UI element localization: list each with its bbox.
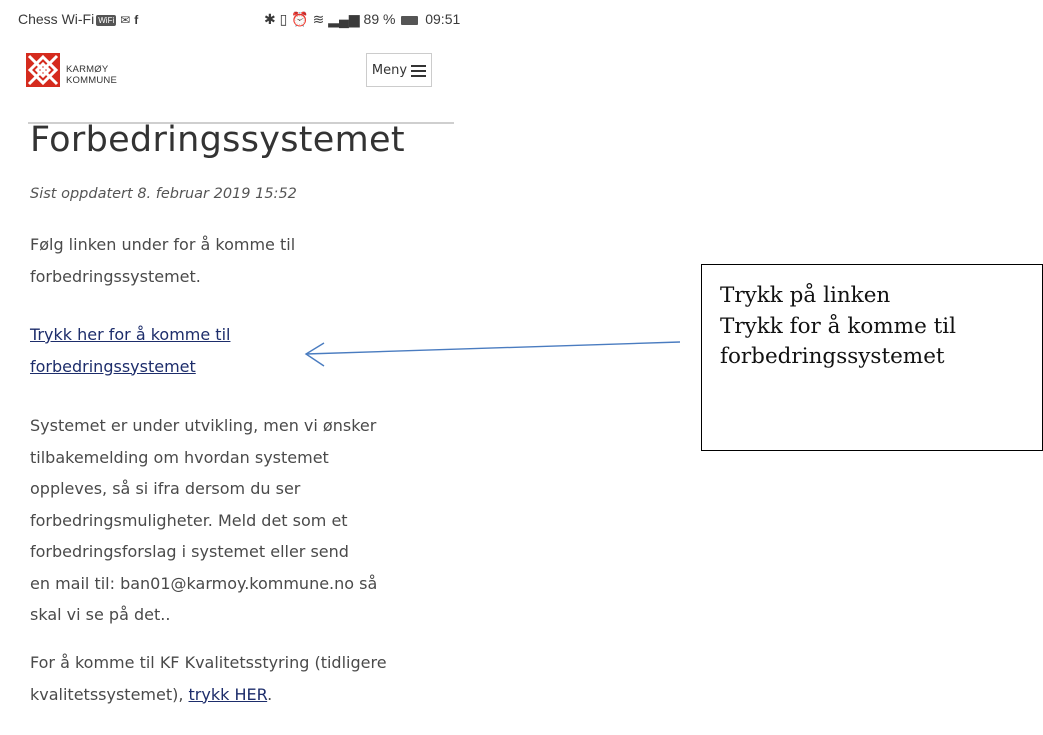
last-updated: Sist oppdatert 8. februar 2019 15:52: [30, 186, 297, 202]
alarm-icon: ⏰: [291, 11, 309, 27]
status-bar: Chess Wi-Fi WiFi ✉ f ✱ ▯ ⏰ ≋ ▂▄▆ 89 % 09:51: [0, 0, 460, 38]
improvement-system-link[interactable]: Trykk her for å komme til forbedringssys…: [30, 319, 410, 382]
clock: 09:51: [425, 11, 461, 27]
menu-button[interactable]: Meny: [366, 53, 432, 87]
karmoy-logo[interactable]: [26, 53, 60, 91]
annotation-callout: Trykk på linken Trykk for å komme til fo…: [701, 264, 1043, 451]
voicemail-icon: ✉: [120, 13, 131, 27]
vibrate-icon: ▯: [279, 11, 288, 27]
battery-percent: 89 %: [363, 11, 396, 27]
logo-line1: KARMØY: [66, 64, 109, 75]
footer-suffix: .: [267, 684, 273, 704]
footer-text: For å komme til KF Kvalitetsstyring (tid…: [30, 647, 460, 710]
hamburger-icon: [411, 64, 427, 77]
body-text: Systemet er under utvikling, men vi ønsk…: [30, 416, 378, 624]
bluetooth-icon: ✱: [264, 11, 276, 27]
facebook-icon: f: [134, 13, 139, 27]
logo-line2: KOMMUNE: [66, 75, 118, 86]
status-bar-right: ✱ ▯ ⏰ ≋ ▂▄▆ 89 % 09:51: [264, 11, 460, 28]
page-title: Forbedringssystemet: [30, 120, 405, 160]
status-bar-left: Chess Wi-Fi WiFi ✉ f: [18, 11, 138, 27]
main-content: Forbedringssystemet Sist oppdatert 8. fe…: [30, 118, 460, 704]
intro-text: Følg linken under for å komme til forbed…: [30, 235, 296, 286]
site-header: KARMØY KOMMUNE Meny: [0, 38, 456, 124]
karmoy-crest-icon: [26, 53, 60, 87]
logo-text: KARMØY KOMMUNE: [66, 64, 117, 86]
wifi-call-icon: WiFi: [96, 15, 117, 26]
menu-label: Meny: [371, 62, 408, 78]
carrier-label: Chess Wi-Fi: [18, 11, 95, 27]
quality-system-link[interactable]: trykk HER: [189, 685, 268, 704]
battery-icon: [401, 16, 419, 25]
wifi-icon: ≋: [312, 11, 325, 27]
signal-icon: ▂▄▆: [328, 11, 360, 27]
